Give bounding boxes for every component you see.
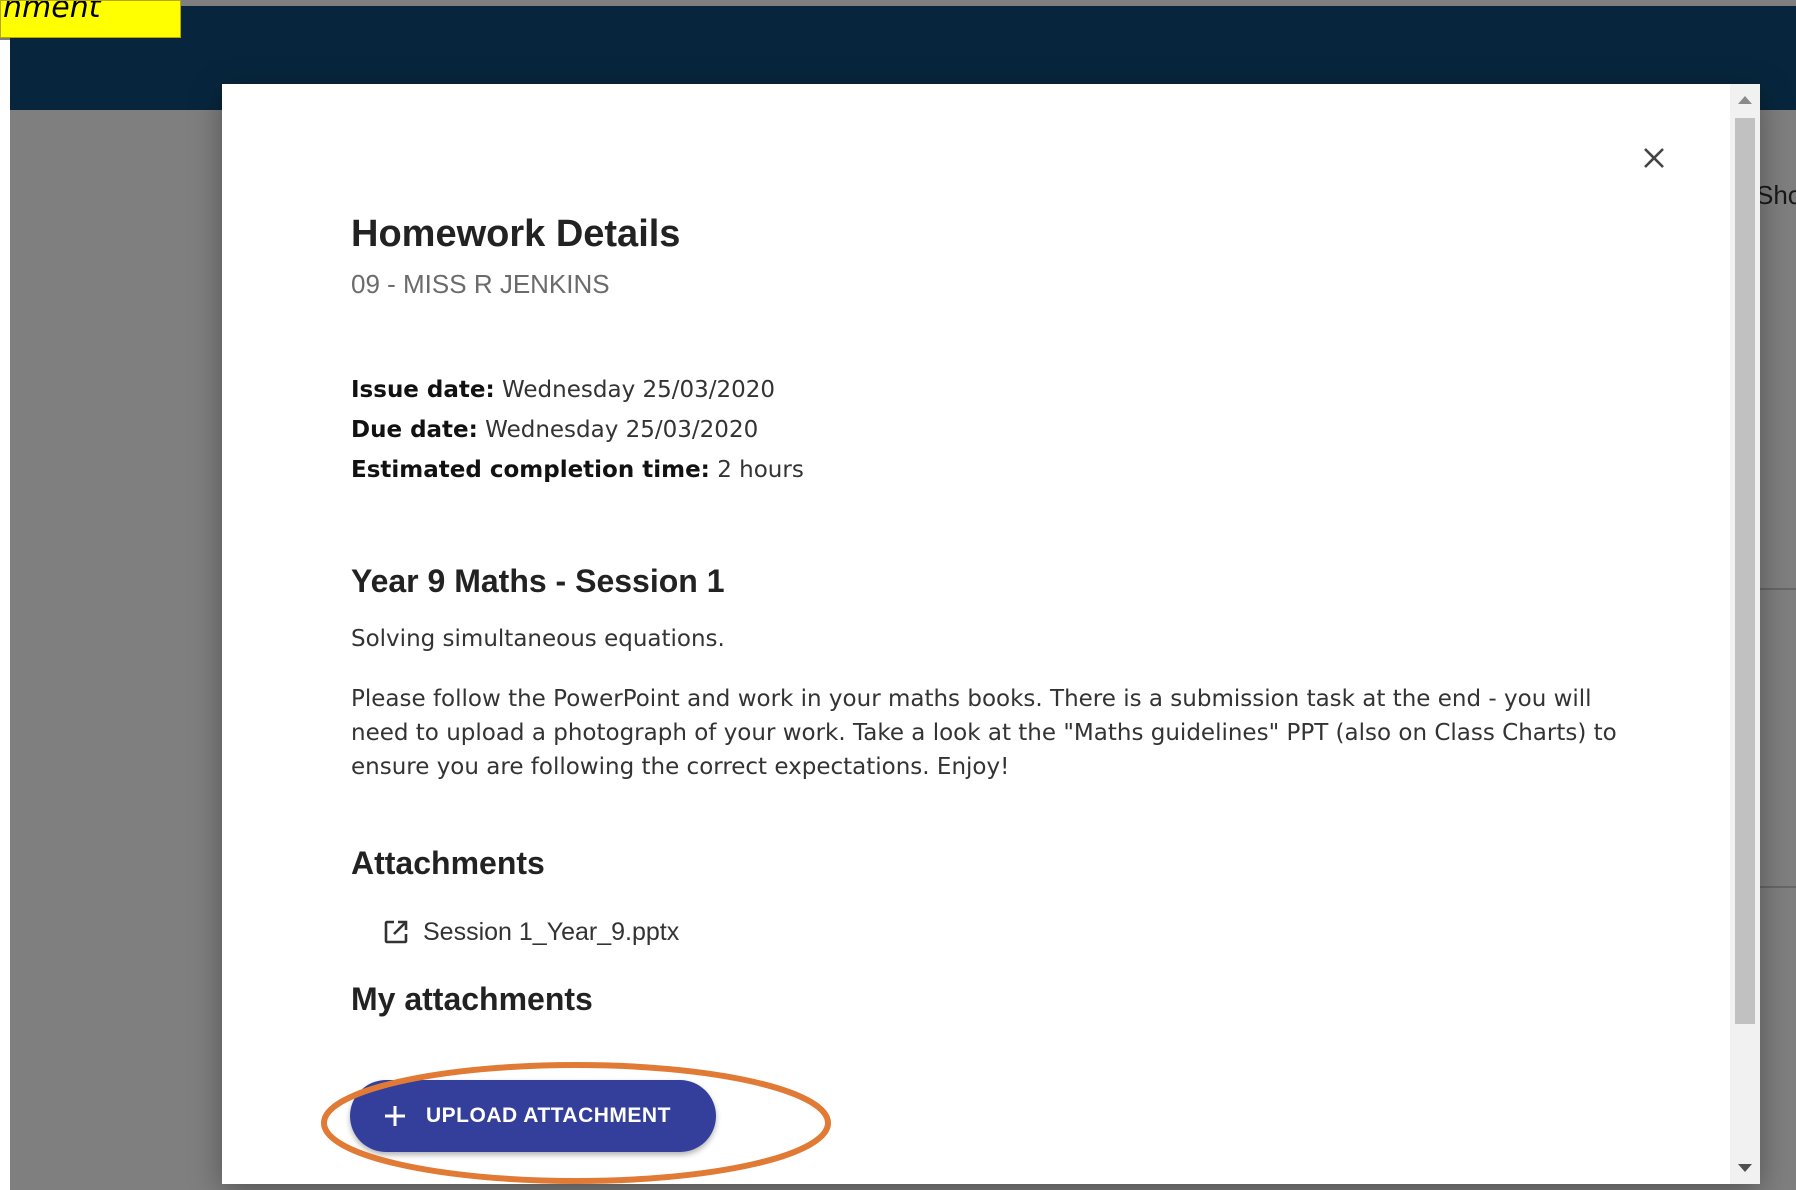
close-icon [1644,148,1664,168]
dialog-scrollbar[interactable] [1730,84,1760,1184]
due-date-label: Due date: [351,417,478,443]
annotation-tag-text: nment [3,0,101,25]
attachment-link[interactable]: Session 1_Year_9.pptx [381,912,1631,952]
annotation-tag: nment [0,0,181,38]
upload-attachment-label: UPLOAD ATTACHMENT [426,1104,671,1127]
scroll-up-arrow-icon[interactable] [1738,96,1752,104]
upload-attachment-button[interactable]: UPLOAD ATTACHMENT [350,1080,716,1152]
attachment-name: Session 1_Year_9.pptx [423,917,680,946]
dialog-content: Homework Details 09 - MISS R JENKINS Iss… [351,210,1631,1020]
issue-date-value: Wednesday 25/03/2020 [502,377,776,403]
scrollbar-thumb[interactable] [1735,118,1755,1024]
lesson-title: Year 9 Maths - Session 1 [351,563,725,599]
dialog-title: Homework Details [351,213,681,255]
open-in-new-icon [384,920,408,944]
due-date-row: Due date: Wednesday 25/03/2020 [351,410,1631,450]
window-edge [0,40,10,1190]
close-button[interactable] [1632,136,1676,180]
issue-date-row: Issue date: Wednesday 25/03/2020 [351,370,1631,410]
completion-time-label: Estimated completion time: [351,457,710,483]
lesson-summary: Solving simultaneous equations. [351,626,725,652]
plus-icon [385,1106,405,1126]
homework-meta: Issue date: Wednesday 25/03/2020 Due dat… [351,370,1631,490]
due-date-value: Wednesday 25/03/2020 [485,417,759,443]
attachments-heading: Attachments [351,845,545,881]
issue-date-label: Issue date: [351,377,495,403]
completion-time-value: 2 hours [717,457,804,483]
homework-details-dialog: Homework Details 09 - MISS R JENKINS Iss… [222,84,1760,1184]
completion-time-row: Estimated completion time: 2 hours [351,450,1631,490]
lesson-instructions: Please follow the PowerPoint and work in… [351,686,1617,780]
scroll-down-arrow-icon[interactable] [1738,1164,1752,1172]
teacher-subtitle: 09 - MISS R JENKINS [351,269,610,299]
my-attachments-heading: My attachments [351,981,593,1017]
